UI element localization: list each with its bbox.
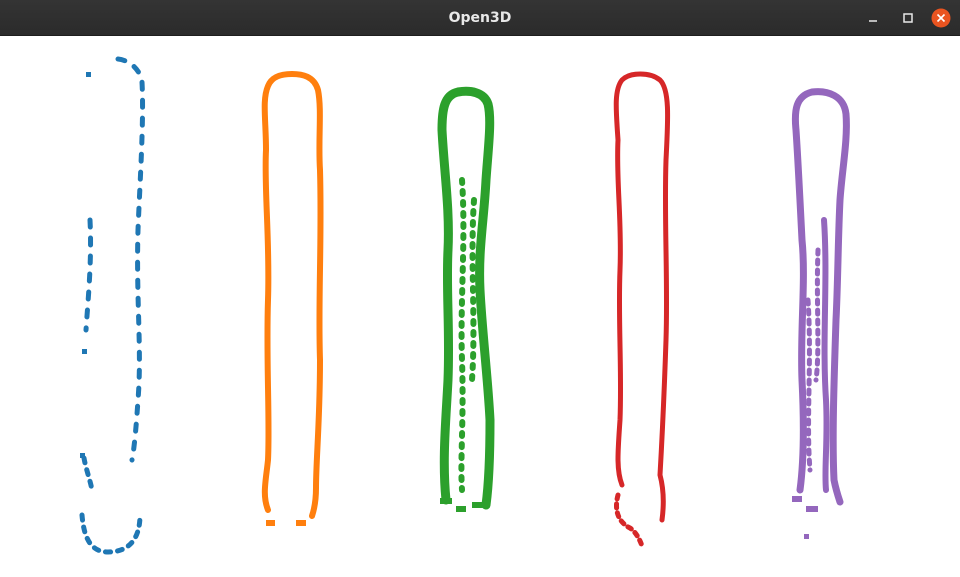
outline-orange [261, 71, 324, 526]
close-icon [931, 8, 951, 28]
outline-red [613, 71, 671, 549]
minimize-icon [869, 20, 877, 22]
outline-purple [791, 88, 850, 539]
maximize-icon [903, 13, 913, 23]
title-bar[interactable]: Open3D [0, 0, 960, 36]
outline-green [437, 86, 495, 512]
maximize-button[interactable] [897, 7, 919, 29]
outline-blue [79, 56, 146, 555]
minimize-button[interactable] [862, 7, 884, 29]
open3d-window: Open3D [0, 0, 960, 577]
window-title: Open3D [448, 10, 512, 26]
render-viewport[interactable] [0, 36, 960, 577]
close-button[interactable] [930, 7, 952, 29]
